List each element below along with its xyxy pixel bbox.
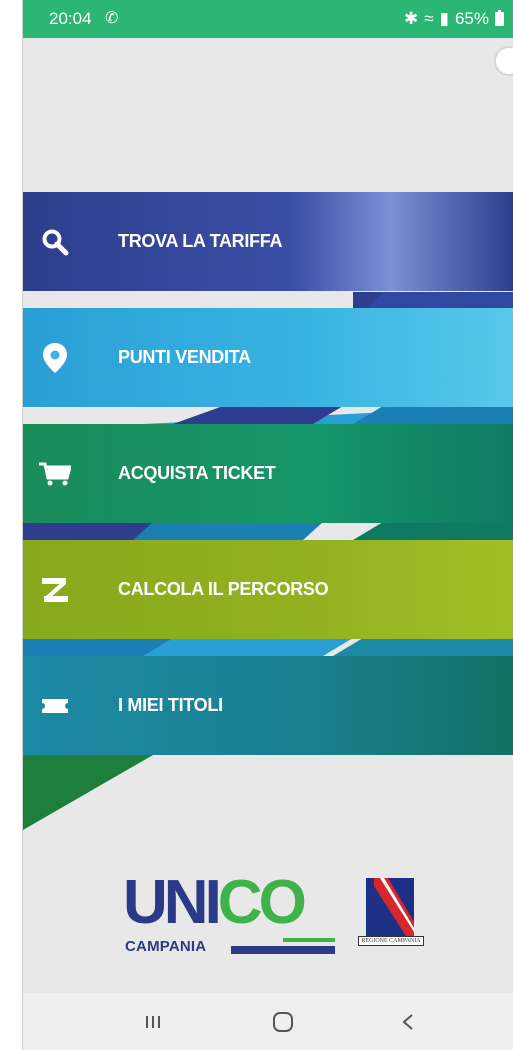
wifi-icon: ≈ <box>424 9 434 28</box>
status-right: ✱ ≈ ▮ 65% <box>404 9 504 29</box>
signal-icon: ▮ <box>439 9 449 28</box>
regione-label: REGIONE CAMPANIA <box>358 936 424 946</box>
recents-icon <box>146 1015 160 1028</box>
home-button[interactable] <box>243 993 323 1050</box>
unico-subtitle: CAMPANIA <box>125 938 207 955</box>
bluetooth-icon: ✱ <box>404 9 419 28</box>
account-icon[interactable] <box>494 46 513 76</box>
logo-accent-bar <box>283 938 335 942</box>
menu-item-calcola-il-percorso[interactable]: CALCOLA IL PERCORSO <box>23 540 513 639</box>
recents-button[interactable] <box>113 993 193 1050</box>
ticket-icon <box>37 688 73 724</box>
menu-item-punti-vendita[interactable]: PUNTI VENDITA <box>23 308 513 407</box>
logo-underline <box>231 946 335 954</box>
menu-label: PUNTI VENDITA <box>118 347 251 367</box>
call-icon: ✆ <box>105 10 119 27</box>
battery-percent: 65% <box>454 9 489 28</box>
location-pin-icon <box>37 340 73 376</box>
app-screen: 20:04 ✆ ✱ ≈ ▮ 65% TROVA LA TARIFFA PUNTI… <box>22 0 513 1050</box>
back-button[interactable] <box>368 993 448 1050</box>
regione-campania-logo: REGIONE CAMPANIA <box>358 878 424 958</box>
shield-stripe <box>374 878 414 936</box>
unico-campania-logo: UNICO CAMPANIA <box>123 872 338 960</box>
status-time: 20:04 <box>49 9 92 28</box>
cart-icon <box>37 456 73 492</box>
menu-item-acquista-ticket[interactable]: ACQUISTA TICKET <box>23 424 513 523</box>
menu-item-i-miei-titoli[interactable]: I MIEI TITOLI <box>23 656 513 755</box>
unico-wordmark: UNICO <box>123 868 307 937</box>
route-icon <box>37 572 73 608</box>
back-icon <box>402 1013 413 1030</box>
menu-label: TROVA LA TARIFFA <box>118 231 283 251</box>
status-bar: 20:04 ✆ ✱ ≈ ▮ 65% <box>23 0 513 38</box>
search-icon <box>37 224 73 260</box>
system-nav-bar <box>23 993 513 1050</box>
menu-label: I MIEI TITOLI <box>118 695 223 715</box>
menu-label: CALCOLA IL PERCORSO <box>118 579 329 599</box>
home-icon <box>273 1011 293 1032</box>
menu-label: ACQUISTA TICKET <box>118 463 276 483</box>
battery-icon <box>495 10 504 26</box>
menu-item-trova-la-tariffa[interactable]: TROVA LA TARIFFA <box>23 192 513 291</box>
